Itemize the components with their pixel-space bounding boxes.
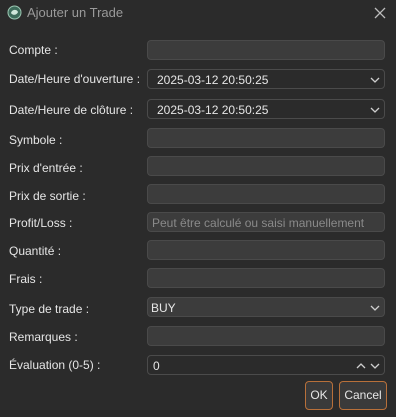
prix-entree-input[interactable]	[147, 156, 385, 176]
type-trade-value: BUY	[151, 301, 176, 315]
profit-loss-input[interactable]: Peut être calculé ou saisi manuellement	[147, 212, 385, 232]
prix-sortie-input[interactable]	[147, 184, 385, 204]
chevron-down-icon[interactable]	[369, 360, 381, 372]
title-bar: Ajouter un Trade	[0, 0, 396, 26]
chevron-down-icon[interactable]	[369, 302, 381, 314]
frais-input[interactable]	[147, 268, 385, 288]
profit-loss-placeholder: Peut être calculé ou saisi manuellement	[152, 216, 365, 230]
symbole-input[interactable]	[147, 128, 385, 148]
frais-label: Frais :	[9, 272, 43, 286]
symbole-label: Symbole :	[9, 133, 63, 147]
chevron-down-icon[interactable]	[369, 104, 381, 116]
close-datetime-label: Date/Heure de clôture :	[9, 103, 134, 117]
open-datetime-label: Date/Heure d'ouverture :	[9, 72, 141, 86]
quantite-label: Quantité :	[9, 244, 62, 258]
evaluation-value: 0	[153, 359, 160, 373]
app-logo-icon	[7, 5, 22, 20]
close-icon[interactable]	[370, 3, 390, 23]
ok-button[interactable]: OK	[305, 381, 333, 410]
type-trade-label: Type de trade :	[9, 302, 90, 316]
chevron-up-icon[interactable]	[355, 360, 367, 372]
cancel-button[interactable]: Cancel	[339, 381, 387, 410]
open-datetime-picker[interactable]: 2025-03-12 20:50:25	[147, 69, 385, 89]
close-datetime-value: 2025-03-12 20:50:25	[157, 103, 269, 117]
chevron-down-icon[interactable]	[369, 74, 381, 86]
type-trade-select[interactable]: BUY	[147, 297, 385, 317]
compte-label: Compte :	[9, 43, 58, 57]
close-datetime-picker[interactable]: 2025-03-12 20:50:25	[147, 99, 385, 119]
quantite-input[interactable]	[147, 240, 385, 260]
evaluation-spinbox[interactable]: 0	[147, 355, 385, 375]
remarques-input[interactable]	[147, 326, 385, 346]
prix-entree-label: Prix d'entrée :	[9, 161, 83, 175]
compte-input[interactable]	[147, 40, 385, 60]
window-title: Ajouter un Trade	[27, 5, 124, 20]
evaluation-label: Évaluation (0-5) :	[9, 358, 101, 372]
prix-sortie-label: Prix de sortie :	[9, 189, 86, 203]
remarques-label: Remarques :	[9, 330, 78, 344]
open-datetime-value: 2025-03-12 20:50:25	[157, 73, 269, 87]
profit-loss-label: Profit/Loss :	[9, 216, 73, 230]
